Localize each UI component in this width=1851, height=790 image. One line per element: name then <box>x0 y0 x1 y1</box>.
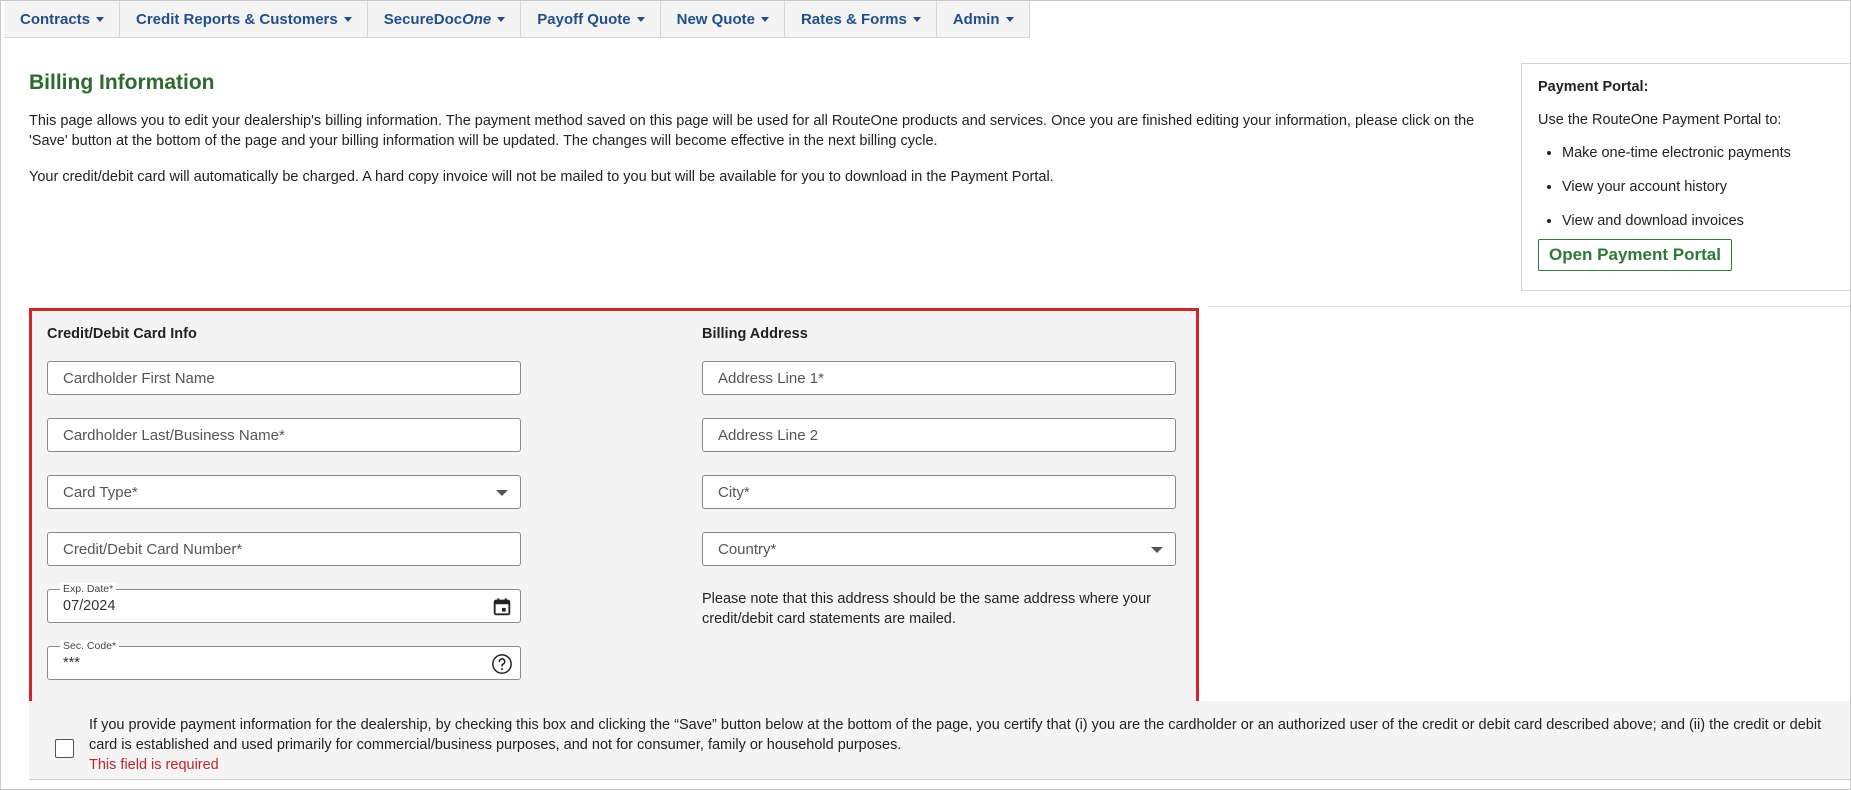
placeholder-text: Cardholder First Name <box>63 370 215 387</box>
nav-credit-reports[interactable]: Credit Reports & Customers <box>120 1 368 37</box>
caret-down-icon <box>636 16 645 22</box>
nav-securedoc[interactable]: SecureDocOne <box>367 1 522 37</box>
caret-down-icon <box>760 16 769 22</box>
card-type-select[interactable]: Card Type* <box>47 475 521 509</box>
country-select[interactable]: Country* <box>702 532 1176 566</box>
dropdown-arrow-icon <box>496 490 508 496</box>
address-line-2-input[interactable]: Address Line 2 <box>702 418 1176 452</box>
sec-code-input[interactable]: Sec. Code* *** <box>47 640 521 680</box>
caret-down-icon <box>343 16 352 22</box>
intro-paragraph-2: Your credit/debit card will automaticall… <box>29 169 1054 185</box>
nav-rates-forms[interactable]: Rates & Forms <box>784 1 937 37</box>
list-item: Make one-time electronic payments <box>1562 136 1850 170</box>
intro-text: This page allows you to edit your dealer… <box>29 111 1509 203</box>
nav-admin[interactable]: Admin <box>936 1 1030 37</box>
city-input[interactable]: City* <box>702 475 1176 509</box>
certification-checkbox[interactable] <box>55 739 74 758</box>
required-error-message: This field is required <box>89 757 219 773</box>
nav-securedoc-label: SecureDocOne <box>383 10 492 28</box>
intro-paragraph-1: This page allows you to edit your dealer… <box>29 113 1475 149</box>
certification-section: If you provide payment information for t… <box>29 701 1850 780</box>
placeholder-text: City* <box>718 484 750 501</box>
page-frame: Contracts Credit Reports & Customers Sec… <box>0 0 1851 790</box>
divider <box>1208 306 1850 307</box>
open-payment-portal-button[interactable]: Open Payment Portal <box>1538 239 1732 271</box>
list-item: View and download invoices <box>1562 204 1850 238</box>
calendar-icon[interactable] <box>491 596 513 618</box>
caret-down-icon <box>1005 16 1014 22</box>
sec-code-value: *** <box>63 655 80 671</box>
nav-credit-reports-label: Credit Reports & Customers <box>136 10 338 28</box>
placeholder-text: Address Line 2 <box>718 427 819 444</box>
nav-contracts-label: Contracts <box>20 10 91 28</box>
nav-rates-forms-label: Rates & Forms <box>800 10 907 28</box>
caret-down-icon <box>96 16 105 22</box>
page-title: Billing Information <box>29 71 215 94</box>
exp-date-label: Exp. Date* <box>60 583 117 595</box>
exp-date-input[interactable]: Exp. Date* 07/2024 <box>47 583 521 623</box>
nav-payoff-quote[interactable]: Payoff Quote <box>521 1 661 37</box>
placeholder-text: Address Line 1* <box>718 370 824 387</box>
card-info-heading: Credit/Debit Card Info <box>47 326 197 342</box>
payment-portal-panel: Payment Portal: Use the RouteOne Payment… <box>1521 63 1850 291</box>
caret-down-icon <box>912 16 921 22</box>
placeholder-text: Credit/Debit Card Number* <box>63 541 243 558</box>
payment-portal-list: Make one-time electronic payments View y… <box>1538 136 1850 238</box>
billing-address-note: Please note that this address should be … <box>702 591 1151 627</box>
payment-portal-heading: Payment Portal: <box>1538 79 1649 95</box>
dropdown-arrow-icon <box>1151 547 1163 553</box>
address-line-1-input[interactable]: Address Line 1* <box>702 361 1176 395</box>
billing-form-section: Credit/Debit Card Info Billing Address C… <box>29 308 1199 704</box>
cardholder-last-name-input[interactable]: Cardholder Last/Business Name* <box>47 418 521 452</box>
nav-payoff-quote-label: Payoff Quote <box>537 10 631 28</box>
nav-new-quote-label: New Quote <box>676 10 755 28</box>
sec-code-label: Sec. Code* <box>60 640 120 652</box>
certification-text: If you provide payment information for t… <box>89 717 1822 753</box>
payment-portal-intro: Use the RouteOne Payment Portal to: <box>1538 112 1782 128</box>
cardholder-first-name-input[interactable]: Cardholder First Name <box>47 361 521 395</box>
list-item: View your account history <box>1562 170 1850 204</box>
help-icon[interactable] <box>491 653 513 675</box>
exp-date-value: 07/2024 <box>63 598 116 614</box>
placeholder-text: Country* <box>718 541 777 558</box>
placeholder-text: Card Type* <box>63 484 138 501</box>
caret-down-icon <box>497 16 506 22</box>
billing-address-heading: Billing Address <box>702 326 808 342</box>
nav-admin-label: Admin <box>952 10 1000 28</box>
card-number-input[interactable]: Credit/Debit Card Number* <box>47 532 521 566</box>
nav-new-quote[interactable]: New Quote <box>660 1 785 37</box>
placeholder-text: Cardholder Last/Business Name* <box>63 427 285 444</box>
top-nav: Contracts Credit Reports & Customers Sec… <box>4 1 1030 38</box>
nav-contracts[interactable]: Contracts <box>4 1 121 37</box>
